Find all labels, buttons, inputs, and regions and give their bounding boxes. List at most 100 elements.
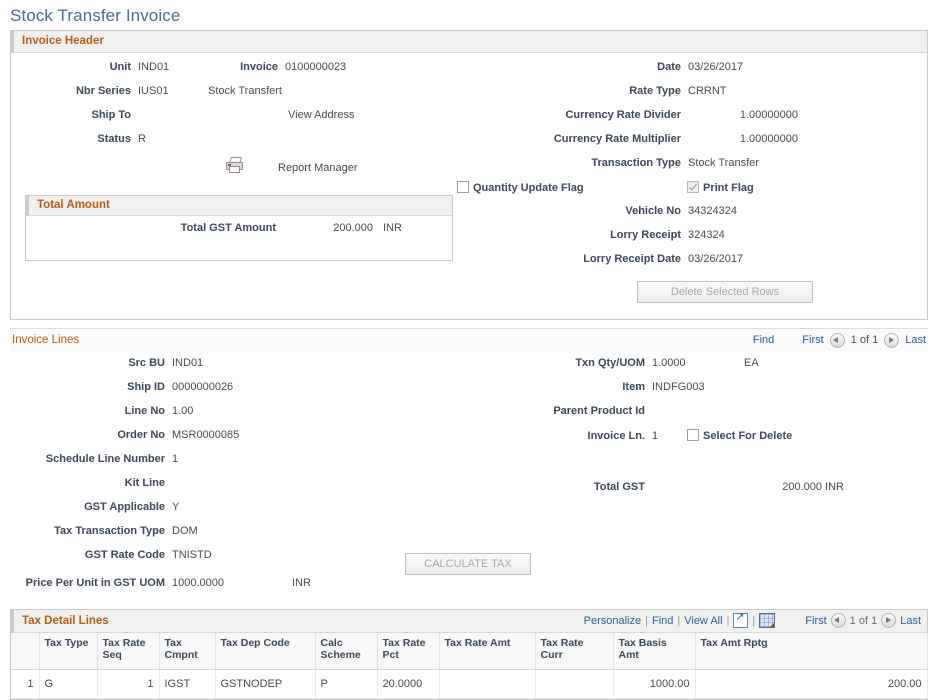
column-header-tax-rate-seq[interactable]: Tax Rate Seq bbox=[97, 633, 159, 670]
order-no-value: MSR0000085 bbox=[172, 429, 292, 441]
field-report-manager-row: Report Manager bbox=[11, 157, 441, 189]
invoice-lines-previous-arrow-icon[interactable] bbox=[830, 333, 845, 348]
column-header-tax-rate-curr[interactable]: Tax Rate Curr bbox=[535, 633, 613, 670]
src-bu-value: IND01 bbox=[172, 357, 292, 369]
printer-icon[interactable] bbox=[226, 157, 243, 171]
table-row: 1 G 1 IGST GSTNODEP P 20.0000 1000.00 20… bbox=[11, 670, 927, 699]
delete-selected-rows-button[interactable]: Delete Selected Rows bbox=[637, 281, 813, 303]
tax-detail-next-arrow-icon[interactable] bbox=[881, 613, 896, 628]
invoice-label: Invoice bbox=[208, 61, 285, 73]
status-label: Status bbox=[11, 133, 138, 145]
invoice-lines-first-link[interactable]: First bbox=[802, 334, 823, 346]
field-unit-row: Unit IND01 Invoice 0100000023 bbox=[11, 61, 441, 85]
view-address-link[interactable]: View Address bbox=[288, 109, 354, 121]
kit-line-label: Kit Line bbox=[0, 477, 172, 489]
total-amount-groupbox: Total Amount Total GST Amount 200.000 IN… bbox=[25, 195, 453, 261]
unit-label: Unit bbox=[11, 61, 138, 73]
personalize-link[interactable]: Personalize bbox=[584, 615, 641, 627]
column-header-tax-amt-rptg[interactable]: Tax Amt Rptg bbox=[695, 633, 927, 670]
column-header-tax-dep-code[interactable]: Tax Dep Code bbox=[215, 633, 315, 670]
field-gst-applicable-row: GST Applicable Y bbox=[0, 501, 540, 525]
field-price-per-unit-row: Price Per Unit in GST UOM 1000.0000 INR bbox=[0, 577, 540, 603]
select-for-delete-checkbox-wrap[interactable]: Select For Delete bbox=[687, 429, 792, 442]
tax-detail-first-link[interactable]: First bbox=[805, 615, 826, 627]
ship-to-label: Ship To bbox=[11, 109, 138, 121]
select-for-delete-label: Select For Delete bbox=[703, 430, 792, 442]
tax-detail-last-link[interactable]: Last bbox=[900, 615, 921, 627]
tax-detail-lines-title: Tax Detail Lines bbox=[22, 615, 584, 627]
field-parent-product-id-row: Parent Product Id bbox=[540, 405, 938, 429]
cell-tax-dep-code: GSTNODEP bbox=[215, 670, 315, 699]
field-nbr-series-row: Nbr Series IUS01 Stock Transfert bbox=[11, 85, 441, 109]
download-to-excel-icon[interactable] bbox=[759, 613, 775, 628]
rate-type-label: Rate Type bbox=[441, 85, 688, 97]
cell-tax-rate-curr bbox=[535, 670, 613, 699]
stock-transfer-invoice-page: Stock Transfer Invoice Invoice Header Un… bbox=[0, 0, 938, 692]
page-title: Stock Transfer Invoice bbox=[0, 0, 938, 30]
column-header-rownum[interactable] bbox=[11, 633, 39, 670]
field-lorry-receipt-row: Lorry Receipt 324324 bbox=[441, 229, 911, 253]
nbr-series-value: IUS01 bbox=[138, 85, 208, 97]
nbr-series-label: Nbr Series bbox=[11, 85, 138, 97]
field-schedule-line-number-row: Schedule Line Number 1 bbox=[0, 453, 540, 477]
expand-icon[interactable] bbox=[733, 613, 748, 628]
field-order-no-row: Order No MSR0000085 bbox=[0, 429, 540, 453]
total-gst-label: Total GST bbox=[540, 481, 652, 493]
item-value: INDFG003 bbox=[652, 381, 744, 393]
vehicle-no-value: 34324324 bbox=[688, 205, 808, 217]
quantity-update-flag-checkbox[interactable] bbox=[457, 181, 469, 193]
invoice-lines-find-link[interactable]: Find bbox=[753, 334, 774, 346]
invoice-header-body: Unit IND01 Invoice 0100000023 Nbr Series… bbox=[11, 53, 927, 319]
lorry-receipt-date-value: 03/26/2017 bbox=[688, 253, 808, 265]
transaction-type-value: Stock Transfer bbox=[688, 157, 808, 169]
invoice-value: 0100000023 bbox=[285, 61, 435, 73]
print-flag-checkbox-wrap[interactable]: Print Flag bbox=[687, 181, 754, 194]
invoice-lines-last-link[interactable]: Last bbox=[905, 334, 926, 346]
lorry-receipt-label: Lorry Receipt bbox=[441, 229, 688, 241]
line-no-label: Line No bbox=[0, 405, 172, 417]
field-ship-id-row: Ship ID 0000000026 bbox=[0, 381, 540, 405]
report-manager-link[interactable]: Report Manager bbox=[278, 162, 358, 174]
gst-applicable-label: GST Applicable bbox=[0, 501, 172, 513]
cell-tax-rate-pct: 20.0000 bbox=[377, 670, 439, 699]
column-header-tax-basis-amt[interactable]: Tax Basis Amt bbox=[613, 633, 695, 670]
currency-rate-multiplier-label: Currency Rate Multiplier bbox=[441, 133, 688, 145]
gst-applicable-value: Y bbox=[172, 501, 292, 513]
tax-detail-previous-arrow-icon[interactable] bbox=[831, 613, 846, 628]
tool-separator-4: | bbox=[752, 615, 755, 627]
invoice-lines-next-arrow-icon[interactable] bbox=[884, 333, 899, 348]
total-gst-amount-label: Total GST Amount bbox=[26, 222, 283, 234]
column-header-tax-type[interactable]: Tax Type bbox=[39, 633, 97, 670]
field-currency-rate-multiplier-row: Currency Rate Multiplier 1.00000000 bbox=[441, 133, 911, 157]
field-src-bu-row: Src BU IND01 bbox=[0, 357, 540, 381]
status-value: R bbox=[138, 133, 208, 145]
table-header-row: Tax Type Tax Rate Seq Tax Cmpnt Tax Dep … bbox=[11, 633, 927, 670]
column-header-tax-rate-amt[interactable]: Tax Rate Amt bbox=[439, 633, 535, 670]
print-flag-checkbox[interactable] bbox=[687, 181, 699, 193]
txn-qty-uom-unit: EA bbox=[744, 357, 759, 369]
parent-product-id-label: Parent Product Id bbox=[540, 405, 652, 417]
quantity-update-flag-checkbox-wrap[interactable]: Quantity Update Flag bbox=[457, 181, 687, 194]
tool-separator-1: | bbox=[645, 615, 648, 627]
ship-id-value: 0000000026 bbox=[172, 381, 292, 393]
column-header-calc-scheme[interactable]: Calc Scheme bbox=[315, 633, 377, 670]
field-total-gst-row: Total GST 200.000 INR bbox=[540, 481, 938, 505]
tax-detail-lines-grid: Tax Detail Lines Personalize | Find | Vi… bbox=[10, 609, 928, 700]
calculate-tax-button[interactable]: CALCULATE TAX bbox=[405, 553, 531, 575]
view-all-link[interactable]: View All bbox=[684, 615, 722, 627]
transaction-type-label: Transaction Type bbox=[441, 157, 688, 169]
field-status-row: Status R bbox=[11, 133, 441, 157]
line-no-value: 1.00 bbox=[172, 405, 292, 417]
column-header-tax-cmpnt[interactable]: Tax Cmpnt bbox=[159, 633, 215, 670]
currency-rate-divider-label: Currency Rate Divider bbox=[441, 109, 688, 121]
total-gst-value: 200.000 INR bbox=[652, 481, 844, 493]
select-for-delete-checkbox[interactable] bbox=[687, 429, 699, 441]
field-total-gst-amount-row: Total GST Amount 200.000 INR bbox=[26, 222, 452, 246]
print-flag-label: Print Flag bbox=[703, 182, 754, 194]
unit-value: IND01 bbox=[138, 61, 208, 73]
invoice-header-right-column: Date 03/26/2017 Rate Type CRRNT Currency… bbox=[441, 61, 911, 311]
tax-detail-find-link[interactable]: Find bbox=[652, 615, 673, 627]
column-header-tax-rate-pct[interactable]: Tax Rate Pct bbox=[377, 633, 439, 670]
lorry-receipt-value: 324324 bbox=[688, 229, 808, 241]
field-txn-qty-uom-row: Txn Qty/UOM 1.0000 EA bbox=[540, 357, 938, 381]
